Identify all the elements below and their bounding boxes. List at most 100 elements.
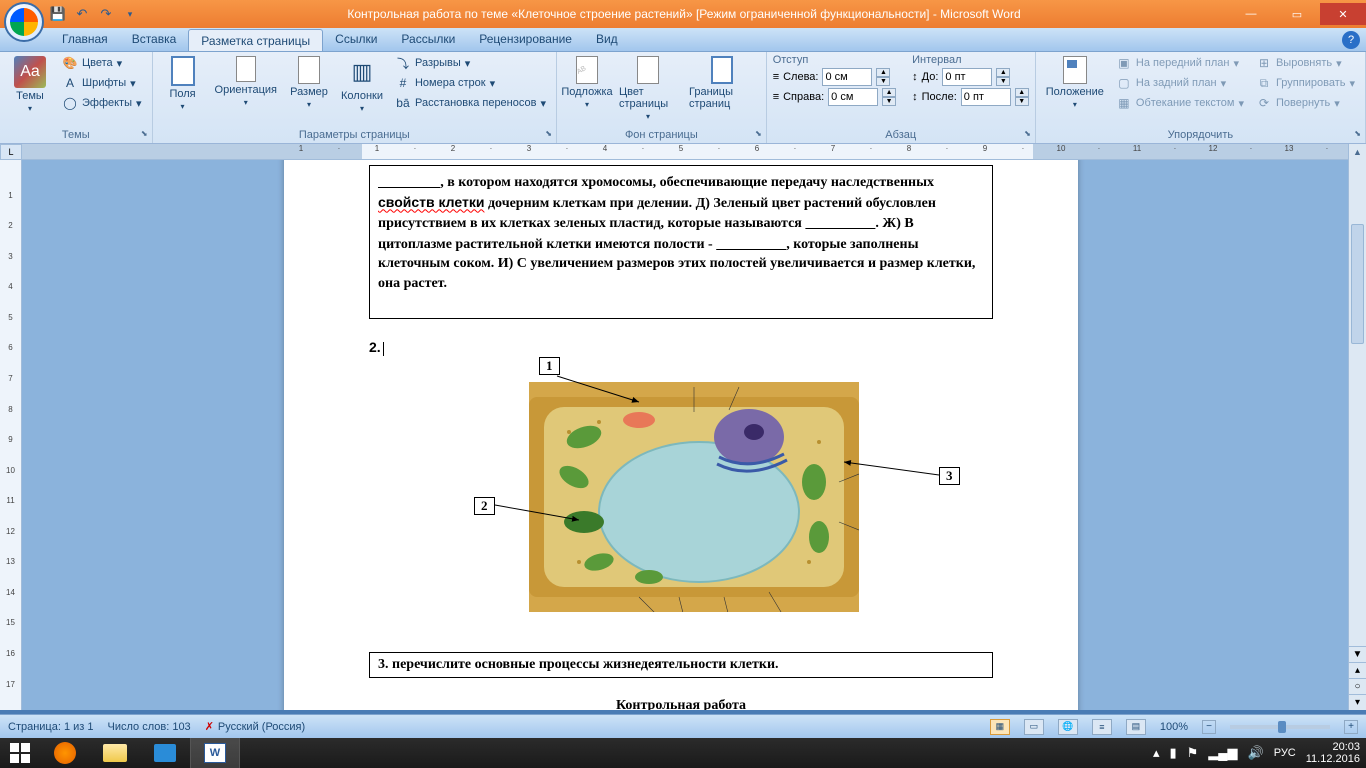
office-button[interactable] xyxy=(4,2,44,42)
page-color-button[interactable]: Цвет страницы▾ xyxy=(615,54,681,123)
zoom-in-button[interactable]: + xyxy=(1344,720,1358,734)
spin-up[interactable]: ▲ xyxy=(876,68,890,77)
taskbar-explorer[interactable] xyxy=(90,738,140,768)
after-label: После: xyxy=(922,91,957,103)
question-1-box: , в котором находятся хромосомы, обеспеч… xyxy=(369,165,993,319)
status-page[interactable]: Страница: 1 из 1 xyxy=(8,721,94,733)
page[interactable]: , в котором находятся хромосомы, обеспеч… xyxy=(284,160,1078,710)
tray-language[interactable]: РУС xyxy=(1274,747,1296,759)
tray-volume-icon[interactable]: 🔊 xyxy=(1248,745,1264,761)
vertical-ruler[interactable]: 1234567891011121314151617 xyxy=(0,160,22,710)
hyphenation-button[interactable]: bāРасстановка переносов ▾ xyxy=(391,94,550,112)
taskbar-word[interactable]: W xyxy=(190,738,240,768)
tab-review[interactable]: Рецензирование xyxy=(467,28,584,51)
tray-action-center-icon[interactable]: ⚑ xyxy=(1187,745,1199,761)
margins-button[interactable]: Поля▾ xyxy=(159,54,207,113)
tab-mailings[interactable]: Рассылки xyxy=(389,28,467,51)
view-outline-button[interactable]: ≡ xyxy=(1092,719,1112,735)
tab-page-layout[interactable]: Разметка страницы xyxy=(188,29,323,51)
spin-up[interactable]: ▲ xyxy=(882,88,896,97)
ruler-corner[interactable]: L xyxy=(0,144,22,160)
indent-right-input[interactable] xyxy=(828,88,878,106)
qat-undo-icon[interactable]: ↶ xyxy=(72,4,92,24)
start-button[interactable] xyxy=(0,738,40,768)
qat-customize-icon[interactable]: ▾ xyxy=(120,4,140,24)
position-button[interactable]: Положение▾ xyxy=(1042,54,1108,111)
send-back-button: ▢На задний план ▾ xyxy=(1112,74,1248,92)
firefox-icon xyxy=(54,742,76,764)
qat-save-icon[interactable]: 💾 xyxy=(48,4,68,24)
columns-button[interactable]: ▥Колонки▾ xyxy=(337,54,387,115)
maximize-button[interactable]: ▭ xyxy=(1274,3,1320,25)
prev-page-icon[interactable]: ▴ xyxy=(1349,662,1366,678)
align-button: ⊞Выровнять ▾ xyxy=(1252,54,1359,72)
rotate-icon: ⟳ xyxy=(1256,95,1272,111)
taskbar-app[interactable] xyxy=(140,738,190,768)
document-subtitle: Контрольная работа xyxy=(369,698,993,710)
tray-clock[interactable]: 20:03 11.12.2016 xyxy=(1306,741,1360,765)
orientation-button[interactable]: Ориентация▾ xyxy=(211,54,281,109)
breaks-button[interactable]: ⤵Разрывы ▾ xyxy=(391,54,550,72)
vertical-scrollbar[interactable]: ▲ ▼ ▴ ○ ▾ xyxy=(1348,144,1366,710)
theme-effects-button[interactable]: ◯Эффекты ▾ xyxy=(58,94,146,112)
scroll-down-icon[interactable]: ▼ xyxy=(1349,646,1366,662)
size-icon xyxy=(298,56,320,84)
spacing-before-input[interactable] xyxy=(942,68,992,86)
spin-down[interactable]: ▼ xyxy=(876,77,890,86)
status-wordcount[interactable]: Число слов: 103 xyxy=(108,721,191,733)
watermark-button[interactable]: ABПодложка▾ xyxy=(563,54,611,111)
spellcheck-icon: ✗ xyxy=(205,720,214,733)
question-3-box: 3. перечислите основные процессы жизнеде… xyxy=(369,652,993,678)
size-button[interactable]: Размер▾ xyxy=(285,54,333,111)
help-button[interactable]: ? xyxy=(1342,31,1360,49)
app-icon xyxy=(154,744,176,762)
word-icon: W xyxy=(204,743,226,763)
tab-view[interactable]: Вид xyxy=(584,28,630,51)
tab-home[interactable]: Главная xyxy=(50,28,120,51)
cell-diagram: 1 2 3 xyxy=(369,362,993,642)
tray-show-hidden-icon[interactable]: ▴ xyxy=(1153,745,1160,761)
spin-up[interactable]: ▲ xyxy=(1015,88,1029,97)
zoom-out-button[interactable]: − xyxy=(1202,720,1216,734)
view-full-screen-button[interactable]: ▭ xyxy=(1024,719,1044,735)
question-2: 2. xyxy=(369,339,993,357)
taskbar-firefox[interactable] xyxy=(40,738,90,768)
scroll-up-icon[interactable]: ▲ xyxy=(1349,144,1366,160)
line-numbers-button[interactable]: #Номера строк ▾ xyxy=(391,74,550,92)
horizontal-ruler[interactable]: 1·1·2·3·4·5·6·7·8·9·10·11·12·13·14·15·16… xyxy=(22,144,1348,160)
status-language[interactable]: ✗ Русский (Россия) xyxy=(205,720,306,733)
themes-button[interactable]: Aa Темы ▾ xyxy=(6,54,54,115)
spin-down[interactable]: ▼ xyxy=(882,97,896,106)
tray-network-icon[interactable]: ▂▄▆ xyxy=(1208,745,1237,761)
tab-insert[interactable]: Вставка xyxy=(120,28,189,51)
theme-fonts-button[interactable]: AШрифты ▾ xyxy=(58,74,146,92)
browse-object-icon[interactable]: ○ xyxy=(1349,678,1366,694)
tab-references[interactable]: Ссылки xyxy=(323,28,389,51)
view-draft-button[interactable]: ▤ xyxy=(1126,719,1146,735)
left-label: Слева: xyxy=(783,71,818,83)
zoom-slider[interactable] xyxy=(1230,725,1330,729)
spin-up[interactable]: ▲ xyxy=(996,68,1010,77)
indent-left-input[interactable] xyxy=(822,68,872,86)
spin-down[interactable]: ▼ xyxy=(996,77,1010,86)
tray-battery-icon[interactable]: ▮ xyxy=(1170,745,1177,761)
theme-colors-button[interactable]: 🎨Цвета ▾ xyxy=(58,54,146,72)
diagram-label-1: 1 xyxy=(539,357,560,375)
view-web-button[interactable]: 🌐 xyxy=(1058,719,1078,735)
zoom-thumb[interactable] xyxy=(1278,721,1286,733)
next-page-icon[interactable]: ▾ xyxy=(1349,694,1366,710)
minimize-button[interactable]: — xyxy=(1228,3,1274,25)
group-arrange-label: Упорядочить xyxy=(1042,127,1359,143)
scroll-thumb[interactable] xyxy=(1351,224,1364,344)
close-button[interactable]: ✕ xyxy=(1320,3,1366,25)
page-color-icon xyxy=(637,56,659,84)
page-borders-button[interactable]: Границы страниц xyxy=(685,54,760,112)
align-icon: ⊞ xyxy=(1256,55,1272,71)
zoom-level[interactable]: 100% xyxy=(1160,721,1188,733)
spin-down[interactable]: ▼ xyxy=(1015,97,1029,106)
group-button: ⧉Группировать ▾ xyxy=(1252,74,1359,92)
view-print-layout-button[interactable]: ▦ xyxy=(990,719,1010,735)
qat-redo-icon[interactable]: ↷ xyxy=(96,4,116,24)
document-area[interactable]: , в котором находятся хромосомы, обеспеч… xyxy=(22,160,1348,710)
spacing-after-input[interactable] xyxy=(961,88,1011,106)
